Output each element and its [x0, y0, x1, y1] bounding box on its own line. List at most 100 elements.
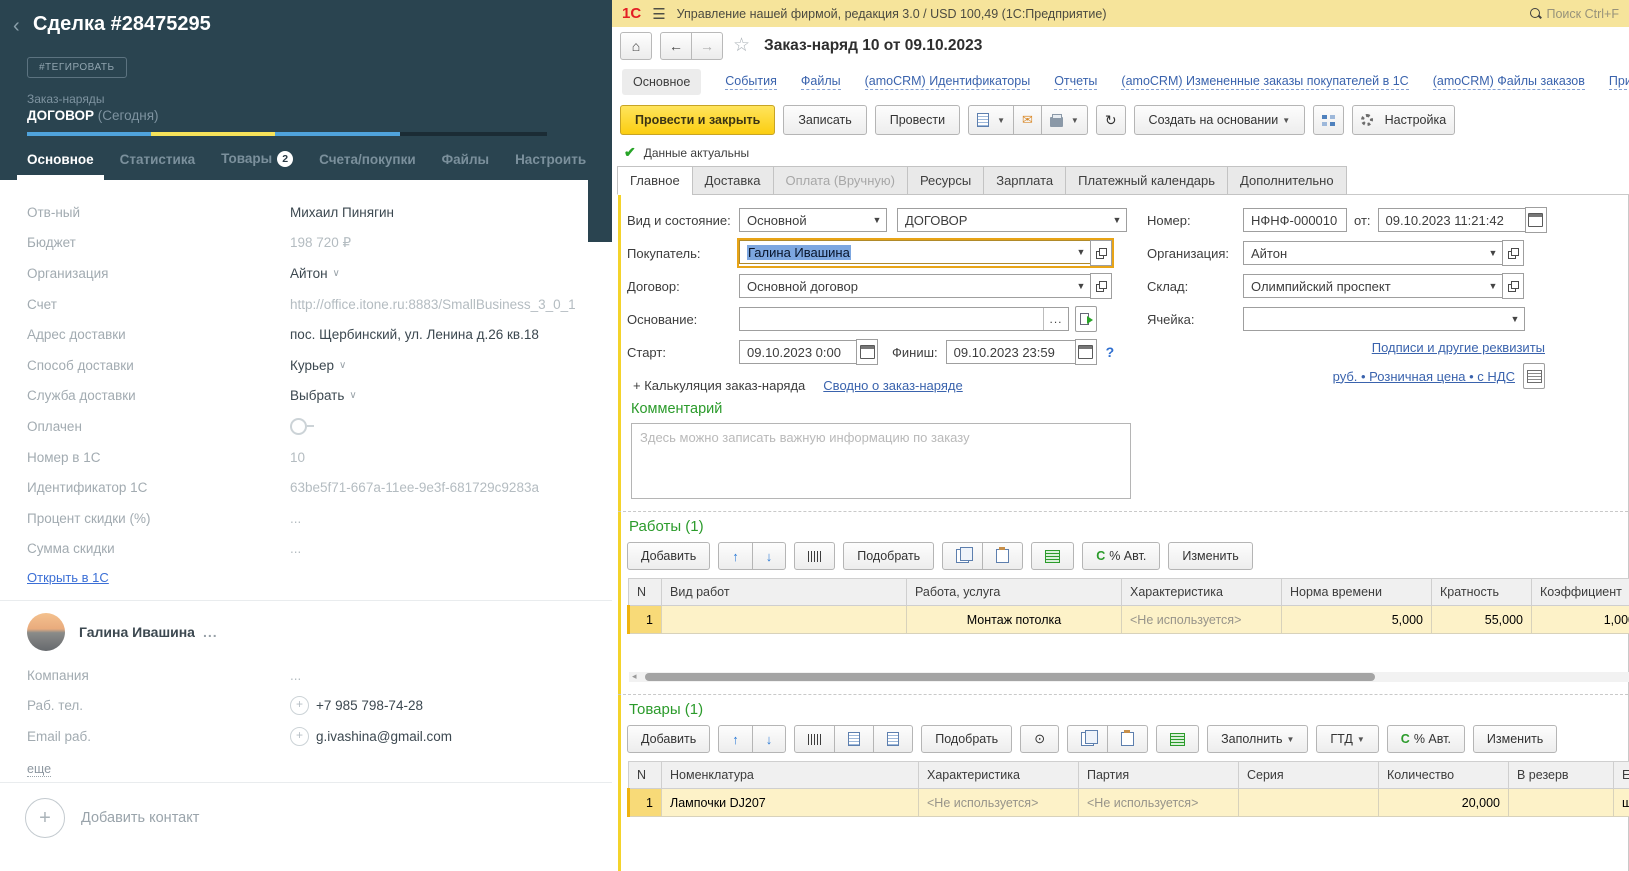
field-value[interactable]: 63be5f71-667a-11ee-9e3f-681729c9283a [290, 480, 539, 495]
add-contact-button[interactable]: + Добавить контакт [25, 798, 199, 838]
tab-faily[interactable]: Файлы [442, 152, 489, 180]
chevron-down-icon[interactable]: ▼ [1072, 247, 1090, 257]
column-header[interactable]: Ед. [1613, 761, 1629, 789]
post-and-close-button[interactable]: Провести и закрыть [620, 105, 776, 135]
tab-tovary[interactable]: Товары 2 [221, 151, 294, 180]
show-more-link[interactable]: еще [27, 761, 52, 777]
field-value[interactable]: ... [290, 541, 301, 556]
column-header[interactable]: Норма времени [1281, 578, 1432, 606]
finish-input[interactable]: 09.10.2023 23:59 [945, 340, 1076, 364]
pipeline-progressbar[interactable] [27, 132, 547, 136]
field-value[interactable]: Михаил Пинягин [290, 205, 394, 220]
chevron-down-icon[interactable]: ▼ [868, 215, 886, 225]
price-settings-button[interactable] [1523, 363, 1545, 389]
tab-statistika[interactable]: Статистика [120, 152, 195, 180]
warehouse-open-button[interactable] [1502, 273, 1524, 299]
back-button[interactable]: ← [660, 31, 692, 60]
print-button[interactable]: ▼ [1040, 105, 1088, 135]
column-header[interactable]: Коэффициент [1531, 578, 1629, 606]
plus-icon[interactable]: + [290, 696, 309, 716]
contact-avatar[interactable] [27, 613, 65, 651]
start-input[interactable]: 09.10.2023 0:00 [739, 340, 857, 364]
buyer-input[interactable]: Галина Ивашина ▼ [739, 240, 1091, 264]
page-tab-otchety[interactable]: Отчеты [1054, 74, 1098, 90]
structure-button[interactable] [1313, 105, 1345, 135]
signatures-link[interactable]: Подписи и другие реквизиты [1372, 340, 1545, 355]
org-open-button[interactable] [1502, 240, 1524, 266]
page-tab-izmenennye-zakazy[interactable]: (amoCRM) Измененные заказы покупателей в… [1121, 74, 1409, 90]
comment-textarea[interactable] [631, 423, 1131, 499]
works-table-settings-button[interactable] [1031, 542, 1075, 570]
goods-gtd-button[interactable]: ГТД ▼ [1316, 725, 1379, 753]
global-search[interactable]: Поиск Ctrl+F [1529, 7, 1619, 21]
ellipsis-button[interactable]: ... [1043, 308, 1068, 330]
goods-view-button[interactable]: ⊙ [1020, 725, 1060, 753]
column-header[interactable]: Вид работ [661, 578, 907, 606]
works-move-down-button[interactable]: ↓ [751, 542, 787, 570]
works-move-up-button[interactable]: ↑ [718, 542, 753, 570]
works-copy-button[interactable] [942, 542, 984, 570]
column-header[interactable]: В резерв [1508, 761, 1614, 789]
goods-move-down-button[interactable]: ↓ [751, 725, 787, 753]
goods-auto-percent-button[interactable]: C% Авт. [1386, 725, 1465, 753]
warehouse-input[interactable]: Олимпийский проспект ▼ [1243, 274, 1503, 298]
field-value[interactable]: ... [290, 511, 301, 526]
kind-select[interactable]: Основной ▼ [739, 208, 887, 232]
works-edit-button[interactable]: Изменить [1168, 542, 1253, 570]
tab-osnovnoe[interactable]: Основное [17, 152, 104, 180]
chevron-down-icon[interactable]: ▼ [1506, 314, 1524, 324]
works-add-button[interactable]: Добавить [627, 542, 711, 570]
contact-name[interactable]: Галина Ивашина... [79, 624, 218, 640]
page-tab-identifikatory[interactable]: (amoCRM) Идентификаторы [864, 74, 1031, 90]
basis-input[interactable]: ... [739, 307, 1069, 331]
column-header[interactable]: Партия [1078, 761, 1239, 789]
goods-pick-button[interactable]: Подобрать [921, 725, 1013, 753]
chevron-down-icon[interactable]: ▼ [1072, 281, 1090, 291]
form-tab-dopolnitelno[interactable]: Дополнительно [1227, 166, 1347, 195]
contract-input[interactable]: Основной договор ▼ [739, 274, 1091, 298]
works-horizontal-scrollbar[interactable]: ◂ [629, 671, 1629, 682]
column-header[interactable]: Характеристика [918, 761, 1079, 789]
scroll-left-arrow-icon[interactable]: ◂ [632, 671, 637, 682]
post-button[interactable]: Провести [874, 105, 961, 135]
chevron-down-icon[interactable]: ▼ [1108, 215, 1126, 225]
home-button[interactable]: ⌂ [620, 31, 652, 60]
form-tab-resursy[interactable]: Ресурсы [906, 166, 985, 195]
plus-icon[interactable]: + [290, 726, 309, 746]
discuss-button[interactable]: ↻ [1095, 105, 1126, 135]
cell-input[interactable]: ▼ [1243, 307, 1525, 331]
field-value[interactable]: http://office.itone.ru:8883/SmallBusines… [290, 297, 576, 312]
goods-load-button[interactable] [873, 725, 914, 753]
column-header[interactable]: Номенклатура [661, 761, 919, 789]
column-header[interactable]: Серия [1238, 761, 1379, 789]
create-on-basis-button[interactable]: Создать на основании ▼ [1133, 105, 1306, 135]
column-header[interactable]: Характеристика [1121, 578, 1282, 606]
start-calendar-button[interactable] [856, 339, 878, 365]
goods-table-row[interactable]: 1 Лампочки DJ207 <Не используется> <Не и… [627, 788, 1629, 817]
write-button[interactable]: Записать [783, 105, 867, 135]
calc-expander[interactable]: + Калькуляция заказ-наряда [633, 378, 805, 393]
column-header[interactable]: N [628, 761, 662, 789]
works-paste-button[interactable] [982, 542, 1024, 570]
goods-paste-button[interactable] [1107, 725, 1149, 753]
number-input[interactable]: НФНФ-000010 [1243, 208, 1347, 232]
form-tab-zarplata[interactable]: Зарплата [983, 166, 1067, 195]
page-tab-sobytiya[interactable]: События [725, 74, 777, 90]
settings-button[interactable]: Настройка [1352, 105, 1456, 135]
field-value[interactable]: Айтон [290, 266, 328, 281]
onec-logo[interactable]: 1С [622, 5, 641, 22]
goods-add-button[interactable]: Добавить [627, 725, 711, 753]
menu-icon[interactable]: ☰ [652, 5, 665, 23]
tab-scheta[interactable]: Счета/покупки [319, 152, 415, 180]
column-header[interactable]: Кратность [1431, 578, 1532, 606]
open-in-1c-link[interactable]: Открыть в 1С [27, 570, 109, 585]
field-value[interactable]: пос. Щербинский, ул. Ленина д.26 кв.18 [290, 327, 539, 342]
goods-scan-button[interactable] [834, 725, 875, 753]
paid-toggle[interactable] [290, 417, 314, 435]
field-value[interactable]: 198 720 ₽ [290, 235, 351, 251]
email-value[interactable]: g.ivashina@gmail.com [316, 729, 452, 744]
works-pick-button[interactable]: Подобрать [843, 542, 935, 570]
finish-calendar-button[interactable] [1074, 339, 1097, 365]
summary-link[interactable]: Сводно о заказ-наряде [823, 378, 962, 393]
goods-table-settings-button[interactable] [1156, 725, 1200, 753]
